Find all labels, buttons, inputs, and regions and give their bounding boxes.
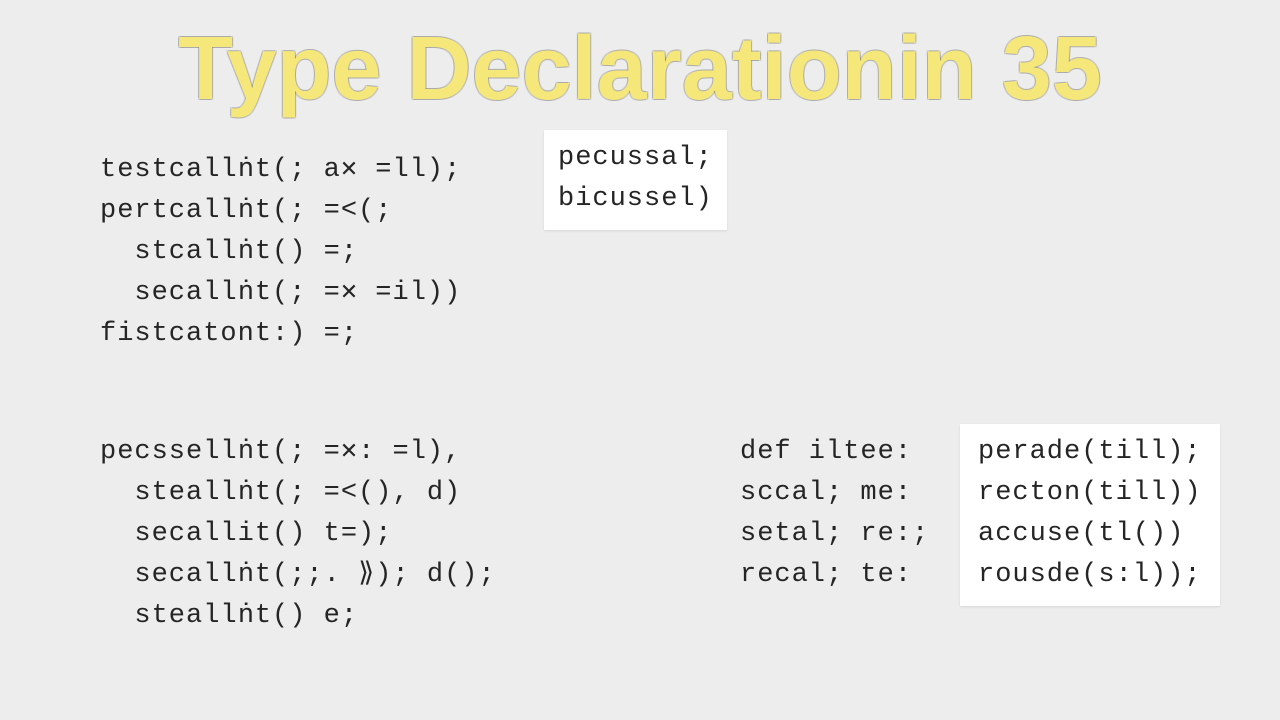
code-box-bottom-right: perade(till); recton(till)) accuse(tl())… bbox=[960, 424, 1220, 606]
code-block-bottom-left: pecssellṅt(; =✕: =l), steallṅt(; =<(), d… bbox=[100, 432, 496, 637]
code-block-def: def iltee: sccal; me: setal; re:; recal;… bbox=[740, 432, 929, 596]
slide-title: Type Declarationin 35 bbox=[0, 18, 1280, 121]
code-block-top-left: testcallṅt(; a✕ =ll); pertcallṅt(; =<(; … bbox=[100, 150, 461, 355]
slide: Type Declarationin 35 testcallṅt(; a✕ =l… bbox=[0, 0, 1280, 720]
code-box-top-right: pecussal; bicussel) bbox=[544, 130, 727, 230]
